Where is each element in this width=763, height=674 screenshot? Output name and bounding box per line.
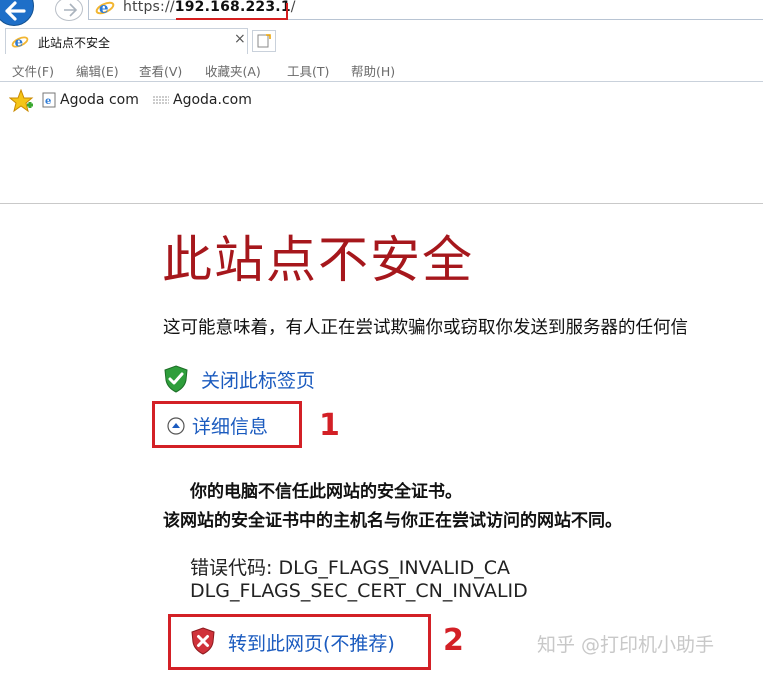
error-code-line-1: 错误代码: DLG_FLAGS_INVALID_CA <box>190 557 510 579</box>
svg-text:e: e <box>45 96 51 107</box>
tab-divider <box>0 81 763 82</box>
ie-logo-icon: e <box>11 34 29 50</box>
forward-arrow-icon <box>64 3 78 17</box>
cert-untrusted-text: 你的电脑不信任此网站的安全证书。 <box>190 482 462 502</box>
annotation-box-2 <box>168 614 431 670</box>
url-highlight-tick <box>286 3 288 20</box>
menu-file[interactable]: 文件(F) <box>12 61 54 80</box>
svg-text:e: e <box>15 34 23 50</box>
favorite-item-agoda-2[interactable]: Agoda.com <box>173 92 252 108</box>
annotation-number-1: 1 <box>319 408 340 443</box>
url-text: https://192.168.223.1/ <box>123 0 296 15</box>
watermark: 知乎 @打印机小助手 <box>537 634 715 656</box>
menu-edit[interactable]: 编辑(E) <box>76 61 119 80</box>
annotation-number-2: 2 <box>443 623 464 658</box>
url-highlight-underline <box>176 18 288 20</box>
menu-bar: 文件(F) 编辑(E) 查看(V) 收藏夹(A) 工具(T) 帮助(H) <box>0 58 763 80</box>
back-arrow-icon <box>5 1 26 21</box>
tab-strip: e 此站点不安全 × <box>0 28 763 82</box>
menu-favorites[interactable]: 收藏夹(A) <box>205 61 261 80</box>
svg-text:e: e <box>99 0 109 17</box>
url-field[interactable]: e https://192.168.223.1/ <box>88 0 763 20</box>
address-bar-row: e https://192.168.223.1/ <box>0 0 763 26</box>
green-shield-check-icon <box>164 365 188 393</box>
ie-page-icon: e <box>42 92 56 108</box>
warning-description: 这可能意味着，有人正在尝试欺骗你或窃取你发送到服务器的任何信 <box>163 318 688 338</box>
url-path: / <box>290 0 296 15</box>
favorites-star-icon[interactable] <box>9 89 35 113</box>
forward-button[interactable] <box>55 0 83 21</box>
tab-active[interactable]: e 此站点不安全 × <box>5 28 248 54</box>
tab-close-icon[interactable]: × <box>234 31 246 47</box>
page-title: 此站点不安全 <box>162 231 474 289</box>
error-code-line-2: DLG_FLAGS_SEC_CERT_CN_INVALID <box>190 580 528 602</box>
annotation-box-1 <box>152 401 302 448</box>
favorite-item-agoda-1[interactable]: Agoda com <box>60 92 139 108</box>
menu-view[interactable]: 查看(V) <box>139 61 182 80</box>
new-tab-icon <box>257 34 271 48</box>
ie-logo-icon: e <box>95 0 115 17</box>
web-slice-icon <box>153 96 169 104</box>
new-tab-button[interactable] <box>252 30 276 52</box>
url-host: 192.168.223.1 <box>174 0 291 15</box>
menu-tools[interactable]: 工具(T) <box>287 61 329 80</box>
favorites-bar: e Agoda com Agoda.com <box>0 86 763 204</box>
cert-mismatch-text: 该网站的安全证书中的主机名与你正在尝试访问的网站不同。 <box>163 511 622 531</box>
menu-help[interactable]: 帮助(H) <box>351 61 395 80</box>
back-button[interactable] <box>0 0 34 26</box>
url-scheme: https:// <box>123 0 175 15</box>
close-tab-label: 关闭此标签页 <box>201 370 316 392</box>
tab-title: 此站点不安全 <box>38 36 111 50</box>
toolbar-divider <box>0 203 763 204</box>
